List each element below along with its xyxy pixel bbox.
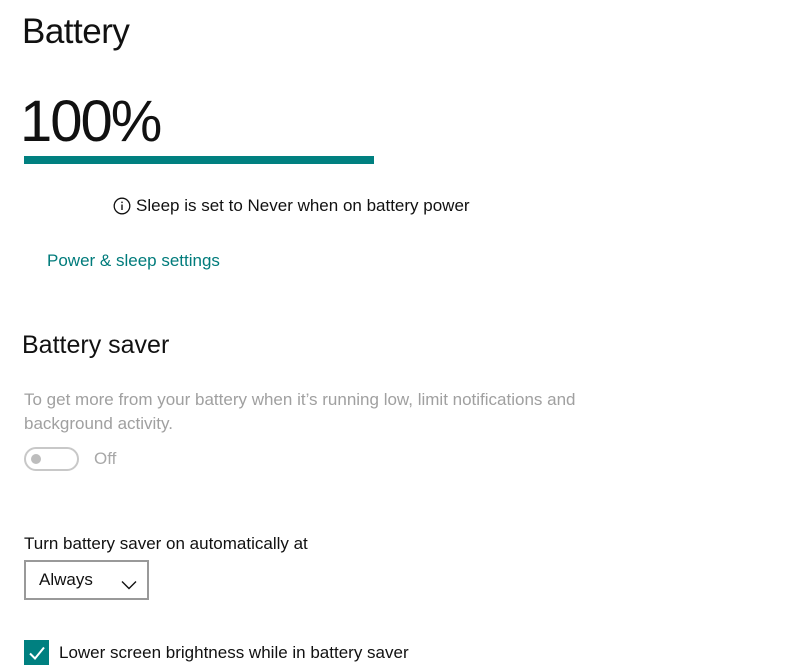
lower-brightness-label: Lower screen brightness while in battery… bbox=[59, 642, 409, 662]
battery-saver-toggle-row: Off bbox=[24, 447, 116, 471]
page-title: Battery bbox=[22, 12, 130, 51]
toggle-state-label: Off bbox=[94, 449, 117, 468]
battery-level-fill bbox=[24, 156, 374, 164]
battery-settings-page: Battery 100% Sleep is set to Never when … bbox=[0, 0, 796, 668]
battery-saver-toggle[interactable] bbox=[24, 447, 79, 471]
chevron-down-icon bbox=[121, 575, 137, 590]
battery-level-bar bbox=[24, 156, 374, 164]
lower-brightness-checkbox[interactable] bbox=[24, 640, 49, 665]
auto-battery-saver-label: Turn battery saver on automatically at bbox=[24, 534, 308, 553]
toggle-knob bbox=[31, 454, 41, 464]
battery-percentage: 100% bbox=[20, 89, 162, 154]
sleep-info-text: Sleep is set to Never when on battery po… bbox=[136, 196, 470, 215]
sleep-info-row: Sleep is set to Never when on battery po… bbox=[113, 196, 470, 216]
power-sleep-settings-link[interactable]: Power & sleep settings bbox=[47, 251, 220, 271]
dropdown-selected-value: Always bbox=[39, 570, 93, 589]
battery-saver-description: To get more from your battery when it’s … bbox=[24, 390, 576, 433]
battery-saver-heading: Battery saver bbox=[22, 331, 170, 359]
checkmark-icon bbox=[28, 646, 45, 660]
auto-battery-saver-dropdown[interactable]: Always bbox=[24, 560, 149, 600]
info-icon bbox=[113, 197, 131, 215]
lower-brightness-row: Lower screen brightness while in battery… bbox=[24, 640, 409, 665]
